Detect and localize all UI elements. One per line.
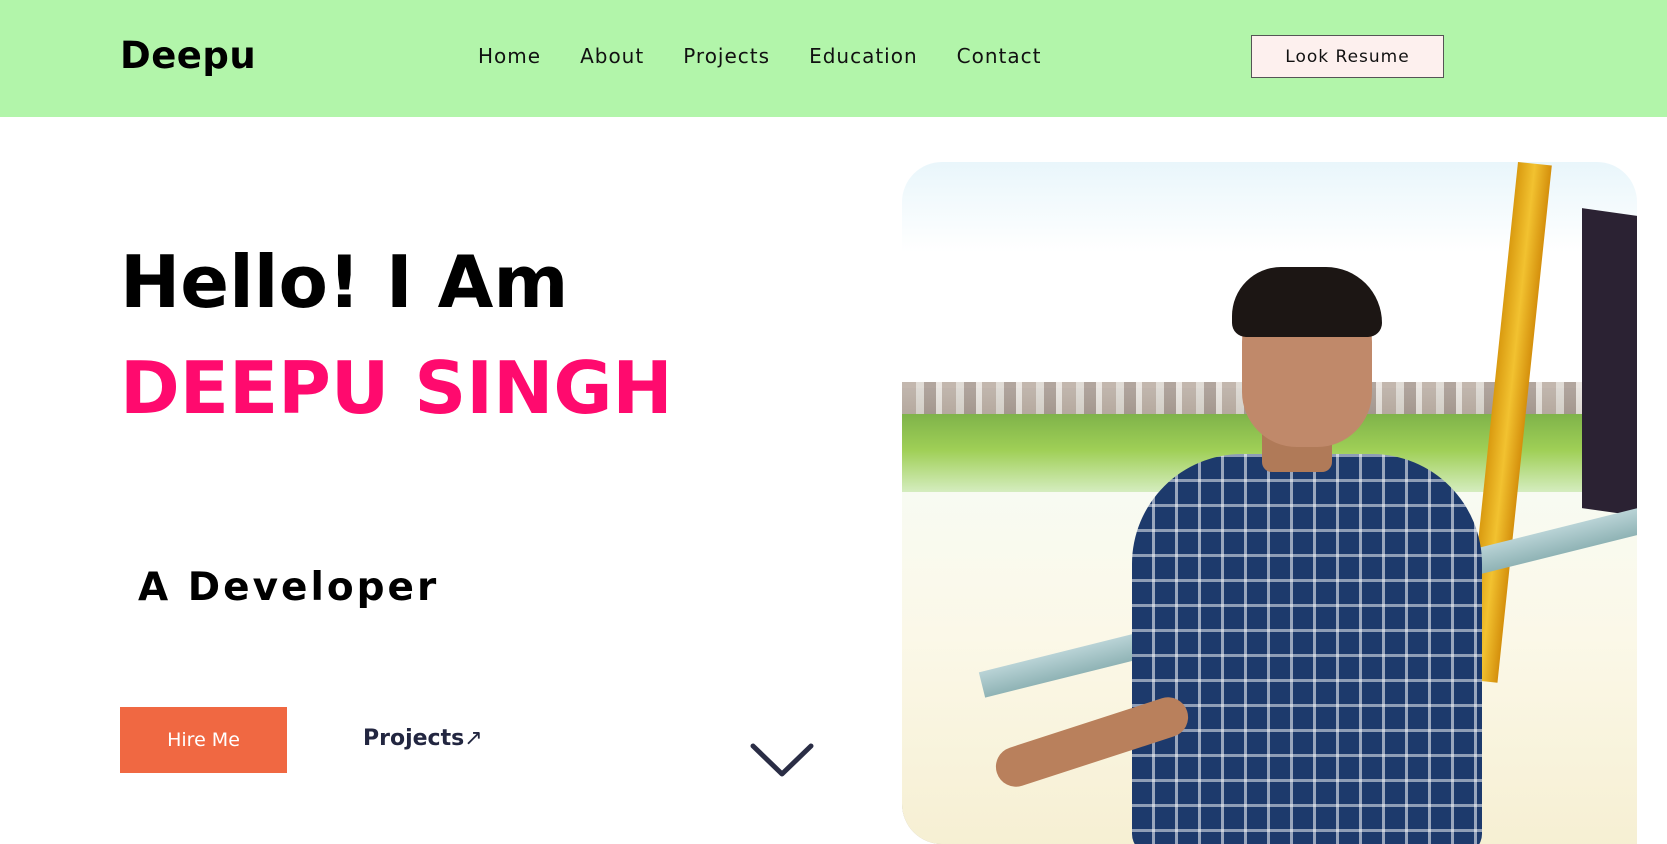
hero-name: DEEPU SINGH [120, 346, 673, 430]
hire-me-button[interactable]: Hire Me [120, 707, 287, 773]
projects-link[interactable]: Projects↗ [363, 726, 483, 751]
nav-education[interactable]: Education [809, 44, 918, 68]
photo-person-shirt [1132, 454, 1482, 844]
nav-about[interactable]: About [580, 44, 644, 68]
profile-photo [902, 162, 1637, 844]
arrow-up-right-icon: ↗ [464, 726, 483, 751]
chevron-down-icon[interactable] [749, 740, 815, 784]
site-logo[interactable]: Deepu [120, 34, 256, 77]
site-header: Deepu Home About Projects Education Cont… [0, 0, 1667, 117]
hero-greeting: Hello! I Am [120, 240, 569, 324]
main-nav: Home About Projects Education Contact [478, 44, 1080, 68]
photo-person-hair [1232, 267, 1382, 337]
projects-link-label: Projects [363, 726, 465, 751]
nav-projects[interactable]: Projects [683, 44, 770, 68]
photo-banner [1582, 208, 1637, 516]
look-resume-button[interactable]: Look Resume [1251, 35, 1444, 78]
nav-home[interactable]: Home [478, 44, 541, 68]
hero-role: A Developer [138, 565, 440, 610]
nav-contact[interactable]: Contact [957, 44, 1042, 68]
